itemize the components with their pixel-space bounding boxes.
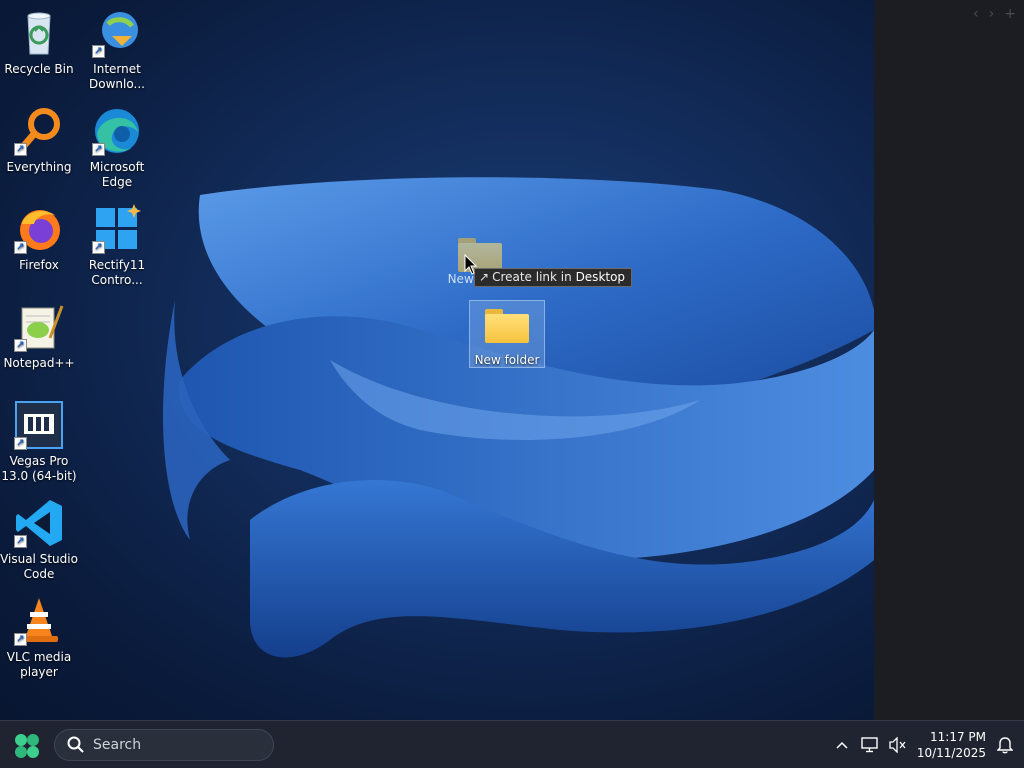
- clock-date: 10/11/2025: [916, 746, 986, 760]
- nav-add-button[interactable]: +: [1004, 6, 1016, 22]
- drag-tooltip-target: Desktop: [575, 270, 626, 284]
- rectify11-icon: ↗: [92, 204, 142, 254]
- desktop-icon-notepad-plus-plus[interactable]: ↗ Notepad++: [0, 302, 78, 371]
- search-placeholder: Search: [93, 737, 142, 753]
- desktop-icon-microsoft-edge[interactable]: ↗ Microsoft Edge: [78, 106, 156, 190]
- side-panel-nav: ‹ › +: [973, 6, 1016, 22]
- internet-download-manager-icon: ↗: [92, 8, 142, 58]
- vegas-pro-icon: ↗: [14, 400, 64, 450]
- taskbar-search[interactable]: Search: [54, 729, 274, 761]
- desktop-icon-label: Internet Downlo...: [89, 62, 145, 91]
- vs-code-icon: ↗: [14, 498, 64, 548]
- show-hidden-icons-chevron-icon[interactable]: [833, 736, 851, 754]
- taskbar: Search 11:17 PM 10/11/2025: [0, 720, 1024, 768]
- link-arrow-icon: ↗: [479, 270, 490, 284]
- system-tray: 11:17 PM 10/11/2025: [833, 721, 1024, 768]
- desktop-icon-vlc[interactable]: ↗ VLC media player: [0, 596, 78, 680]
- mouse-cursor-icon: [464, 254, 478, 275]
- desktop-icon-new-folder[interactable]: New folder: [469, 300, 545, 368]
- volume-muted-icon[interactable]: [889, 736, 907, 754]
- everything-search-icon: ↗: [14, 106, 64, 156]
- clock-time: 11:17 PM: [930, 730, 986, 744]
- desktop-icon-everything[interactable]: ↗ Everything: [0, 106, 78, 175]
- firefox-icon: ↗: [14, 204, 64, 254]
- start-clover-icon: [15, 734, 39, 758]
- nav-back-button[interactable]: ‹: [973, 6, 979, 22]
- notepad-plus-plus-icon: ↗: [14, 302, 64, 352]
- shortcut-arrow-icon: ↗: [14, 633, 27, 646]
- drag-tooltip: ↗ Create link in Desktop: [474, 268, 633, 287]
- shortcut-arrow-icon: ↗: [14, 437, 27, 450]
- desktop-icon-label: Everything: [6, 160, 72, 174]
- notifications-bell-icon[interactable]: [996, 736, 1014, 754]
- desktop-icon-firefox[interactable]: ↗ Firefox: [0, 204, 78, 273]
- desktop-icon-label: Recycle Bin: [4, 62, 74, 76]
- desktop-icon-vegas-pro[interactable]: ↗ Vegas Pro 13.0 (64-bit): [0, 400, 78, 484]
- shortcut-arrow-icon: ↗: [14, 339, 27, 352]
- desktop-icon-label: New folder: [474, 353, 540, 367]
- folder-icon: [485, 309, 529, 343]
- desktop-icon-internet-download-manager[interactable]: ↗ Internet Downlo...: [78, 8, 156, 92]
- microsoft-edge-icon: ↗: [92, 106, 142, 156]
- desktop-icon-label: Vegas Pro 13.0 (64-bit): [1, 454, 77, 483]
- shortcut-arrow-icon: ↗: [14, 143, 27, 156]
- desktop-icon-label: VLC media player: [6, 650, 72, 679]
- desktop-icon-recycle-bin[interactable]: Recycle Bin: [0, 8, 78, 77]
- desktop-icon-label: Visual Studio Code: [0, 552, 78, 581]
- search-icon: [67, 736, 84, 753]
- recycle-bin-icon: [14, 8, 64, 58]
- shortcut-arrow-icon: ↗: [14, 535, 27, 548]
- drag-tooltip-action: Create link in: [492, 270, 572, 284]
- desktop-icon-label: Firefox: [19, 258, 59, 272]
- clock[interactable]: 11:17 PM 10/11/2025: [917, 729, 986, 761]
- desktop-icon-label: Microsoft Edge: [89, 160, 145, 189]
- desktop-icon-vs-code[interactable]: ↗ Visual Studio Code: [0, 498, 78, 582]
- desktop-icon-label: Notepad++: [3, 356, 75, 370]
- desktop-icon-rectify11[interactable]: ↗ Rectify11 Contro...: [78, 204, 156, 288]
- vlc-cone-icon: ↗: [14, 596, 64, 646]
- nav-forward-button[interactable]: ›: [989, 6, 995, 22]
- shortcut-arrow-icon: ↗: [14, 241, 27, 254]
- network-icon[interactable]: [861, 736, 879, 754]
- shortcut-arrow-icon: ↗: [92, 241, 105, 254]
- start-button[interactable]: [12, 731, 42, 761]
- shortcut-arrow-icon: ↗: [92, 45, 105, 58]
- shortcut-arrow-icon: ↗: [92, 143, 105, 156]
- side-panel: ‹ › +: [874, 0, 1024, 720]
- desktop-icon-label: Rectify11 Contro...: [88, 258, 146, 287]
